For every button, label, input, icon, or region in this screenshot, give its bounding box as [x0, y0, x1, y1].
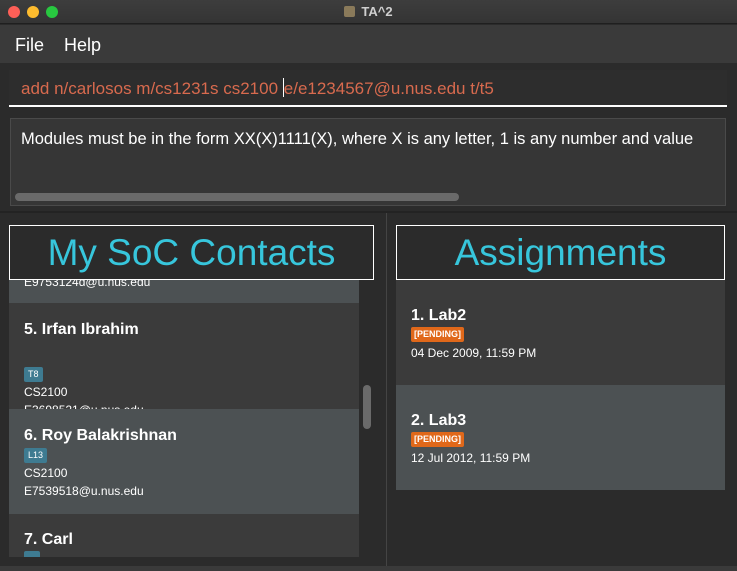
menu-file[interactable]: File [15, 35, 44, 56]
contact-list[interactable]: E9753124d@u.nus.edu 5. Irfan Ibrahim T8 … [9, 279, 359, 557]
result-message: Modules must be in the form XX(X)1111(X)… [21, 130, 694, 148]
contact-card[interactable]: 5. Irfan Ibrahim T8 CS2100 E3698521@u.nu… [9, 303, 359, 417]
assignment-status-badge: [PENDING] [411, 432, 464, 447]
contact-tag: L13 [24, 448, 48, 463]
assignment-due: 04 Dec 2009, 11:59 PM [411, 346, 537, 360]
contact-email: E9753124d@u.nus.edu [24, 279, 151, 289]
contact-email: E7539518@u.nus.edu [24, 484, 144, 498]
contact-module: CS2100 [24, 466, 68, 480]
assignment-card[interactable]: 1. Lab2 [PENDING] 04 Dec 2009, 11:59 PM [396, 280, 725, 385]
contact-name: 6. Roy Balakrishnan [24, 427, 177, 444]
contacts-heading: My SoC Contacts [9, 225, 374, 280]
command-text-after-caret: e/e1234567@u.nus.edu t/t5 [283, 79, 494, 98]
app-icon [344, 6, 356, 17]
assignment-card[interactable]: 2. Lab3 [PENDING] 12 Jul 2012, 11:59 PM [396, 385, 725, 490]
assignment-title: 2. Lab3 [411, 412, 467, 429]
contact-card[interactable]: 7. Carl [9, 514, 359, 557]
window-title: TA^2 [361, 4, 393, 19]
contact-name: 7. Carl [24, 531, 73, 548]
contact-tag [24, 551, 40, 557]
contact-tag: T8 [24, 367, 43, 382]
result-display[interactable]: Modules must be in the form XX(X)1111(X)… [10, 118, 726, 206]
command-text: add n/carlosos m/cs1231s cs2100 e/e12345… [21, 78, 494, 99]
assignment-title: 1. Lab2 [411, 307, 467, 324]
assignment-due: 12 Jul 2012, 11:59 PM [411, 451, 531, 465]
menu-bar: File Help [0, 25, 737, 63]
status-bar [0, 566, 737, 571]
command-input[interactable]: add n/carlosos m/cs1231s cs2100 e/e12345… [9, 70, 727, 107]
contact-name: 5. Irfan Ibrahim [24, 321, 139, 338]
result-horizontal-scrollbar[interactable] [15, 193, 459, 201]
assignment-status-badge: [PENDING] [411, 327, 464, 342]
contact-card-partial[interactable]: E9753124d@u.nus.edu [9, 279, 359, 303]
title-bar: TA^2 [0, 0, 737, 24]
menu-help[interactable]: Help [64, 35, 101, 56]
window-title-wrap: TA^2 [0, 4, 737, 19]
command-text-before-caret: add n/carlosos m/cs1231s cs2100 [21, 79, 283, 98]
assignments-heading: Assignments [396, 225, 725, 280]
contact-card[interactable]: 6. Roy Balakrishnan L13 CS2100 E7539518@… [9, 409, 359, 514]
contact-module: CS2100 [24, 385, 68, 399]
contacts-scroll-thumb[interactable] [363, 385, 371, 429]
